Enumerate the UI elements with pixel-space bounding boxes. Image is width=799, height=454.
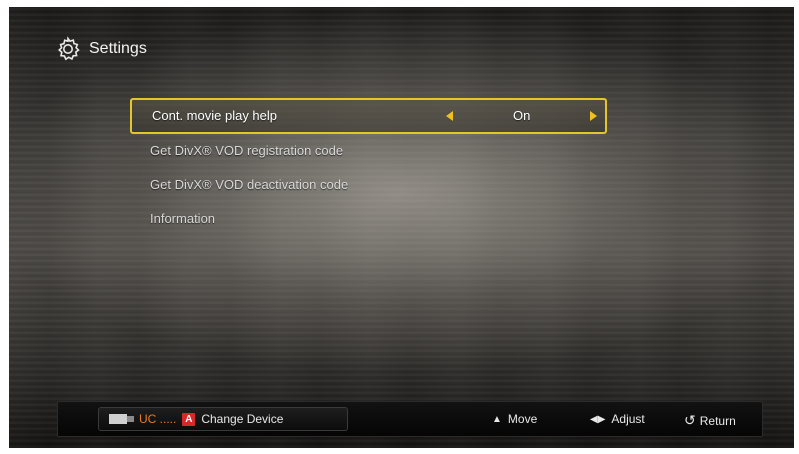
adjust-label: Adjust <box>611 412 645 426</box>
option-value: On <box>513 108 531 123</box>
menu-item-label: Get DivX® VOD registration code <box>150 143 344 158</box>
red-a-key-icon: A <box>182 412 196 426</box>
change-device-button[interactable]: UC ..... A Change Device <box>98 407 348 431</box>
settings-menu: Cont. movie play help On Get DivX® VOD r… <box>130 98 607 236</box>
up-down-arrows-icon: ▲︎ <box>492 413 502 425</box>
gear-icon <box>58 36 80 61</box>
arrow-right-icon[interactable] <box>590 111 597 121</box>
device-name: UC ..... <box>139 412 177 426</box>
header: Settings <box>55 35 147 63</box>
menu-item-divx-deactivation-code[interactable]: Get DivX® VOD deactivation code <box>130 168 607 202</box>
left-right-arrows-icon: ◀▶ <box>590 413 606 425</box>
move-hint: ▲︎ Move <box>492 412 537 426</box>
tv-screen: Settings Cont. movie play help On Get Di… <box>9 7 794 448</box>
page-title: Settings <box>89 40 147 57</box>
menu-item-cont-movie-play-help[interactable]: Cont. movie play help On <box>130 98 607 134</box>
return-label: Return <box>699 413 736 428</box>
adjust-hint: ◀▶ Adjust <box>590 412 645 426</box>
menu-item-label: Get DivX® VOD deactivation code <box>150 177 349 192</box>
footer-bar: UC ..... A Change Device ▲︎ Move ◀▶ Adju… <box>57 401 763 437</box>
move-label: Move <box>507 412 538 426</box>
return-hint[interactable]: ↺ Return <box>684 412 736 429</box>
menu-item-label: Cont. movie play help <box>152 108 278 123</box>
arrow-left-icon[interactable] <box>446 111 453 121</box>
usb-drive-icon <box>109 413 135 425</box>
menu-item-divx-registration-code[interactable]: Get DivX® VOD registration code <box>130 134 607 168</box>
change-device-label: Change Device <box>201 412 284 426</box>
return-icon: ↺ <box>684 412 696 428</box>
menu-item-label: Information <box>150 211 216 226</box>
menu-item-information[interactable]: Information <box>130 202 607 236</box>
